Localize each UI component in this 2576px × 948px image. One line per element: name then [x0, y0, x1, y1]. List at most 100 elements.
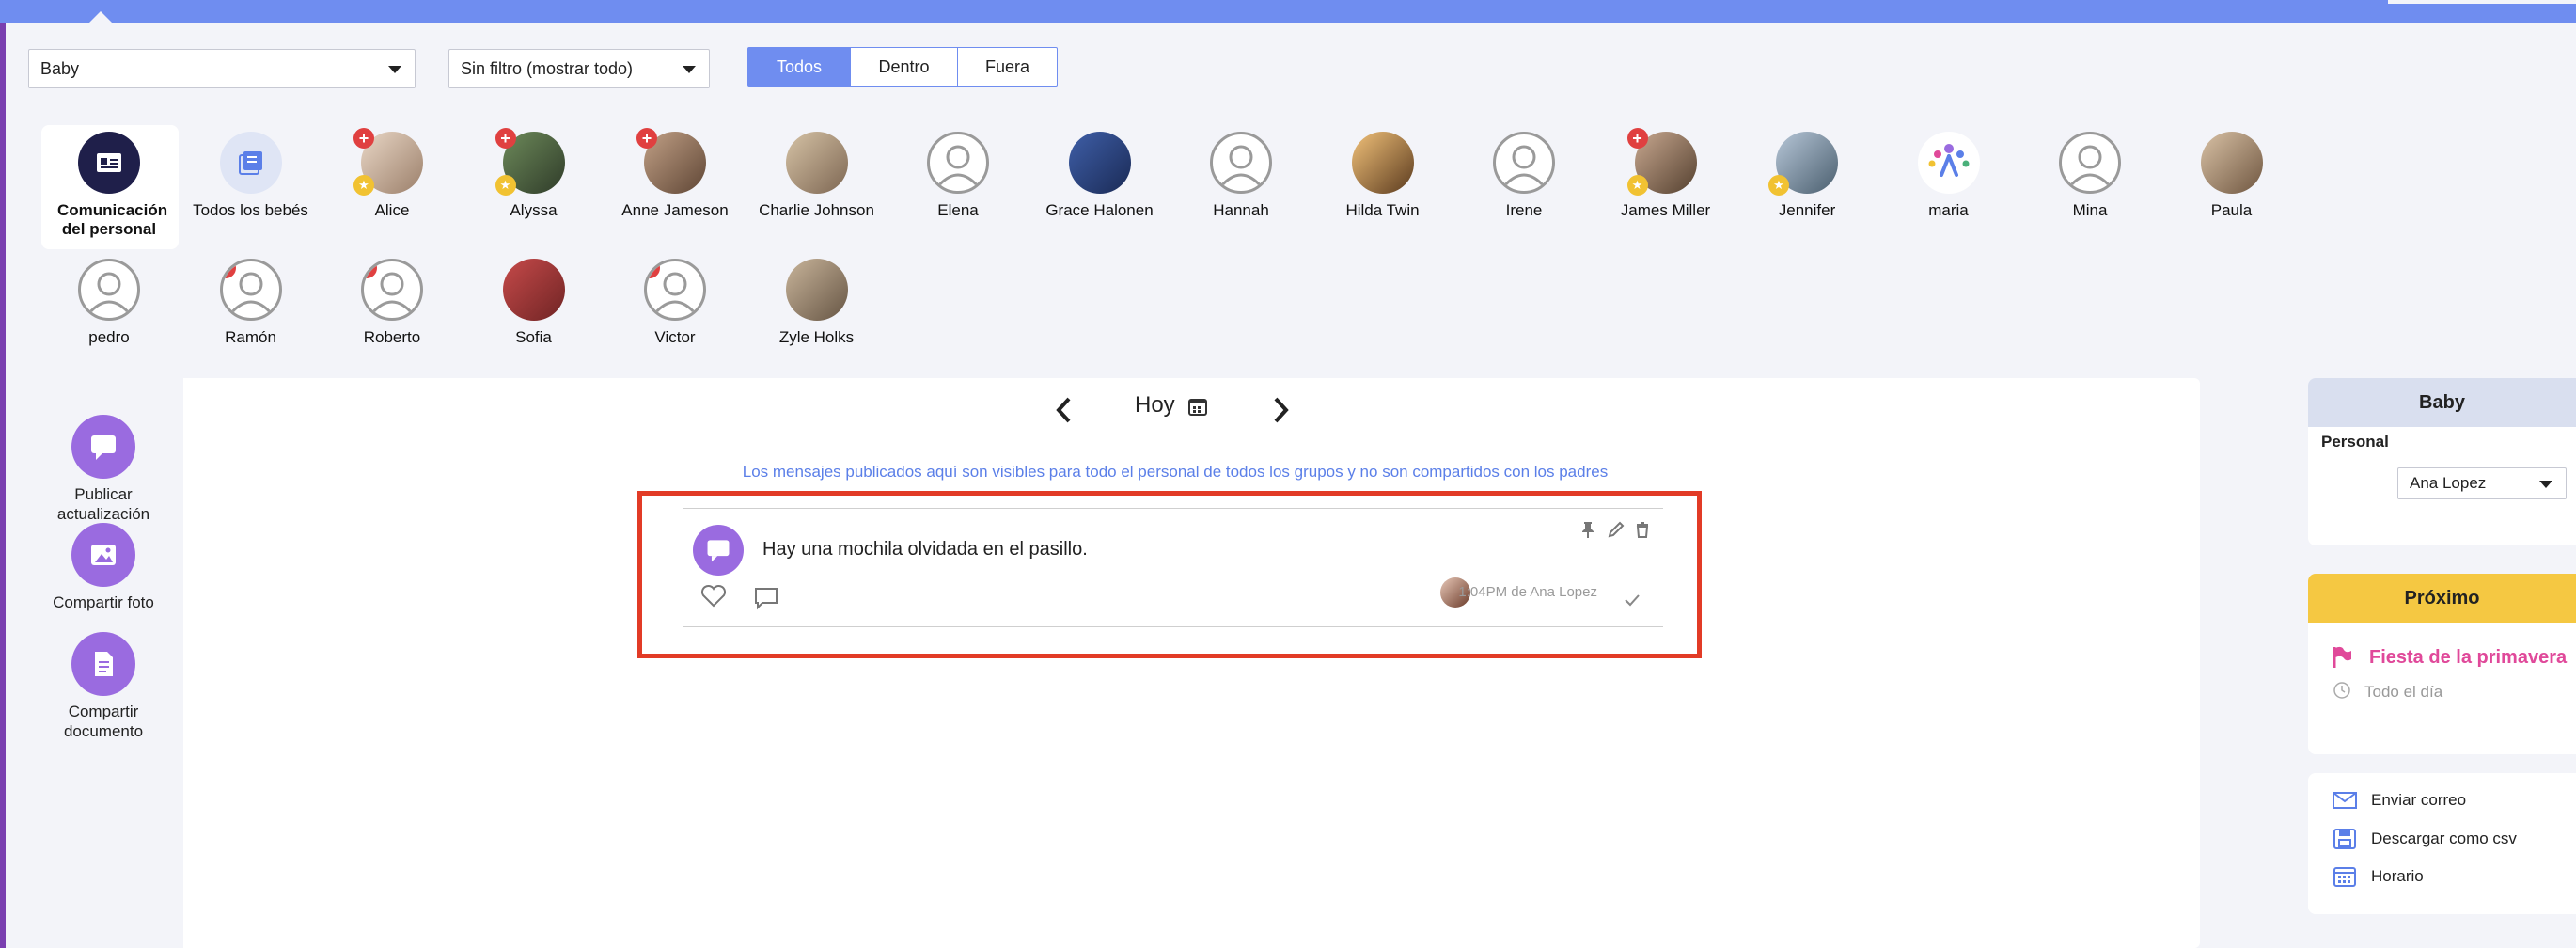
- post-text: Hay una mochila olvidada en el pasillo.: [762, 539, 1088, 560]
- inout-segment: Todos Dentro Fuera: [747, 47, 1058, 87]
- heart-icon[interactable]: [700, 584, 727, 608]
- child-photo: ★: [1768, 132, 1838, 196]
- child-mina[interactable]: Mina: [2019, 132, 2160, 220]
- child-anne-jameson[interactable]: + Anne Jameson: [605, 128, 746, 220]
- chevron-right-icon[interactable]: [1271, 396, 1290, 424]
- child-alyssa[interactable]: + ★ Alyssa: [463, 128, 605, 220]
- pin-icon[interactable]: [1579, 520, 1597, 539]
- person-placeholder-icon: [1493, 132, 1555, 194]
- person-placeholder-icon: [78, 259, 140, 321]
- person-placeholder-icon: +: [219, 259, 282, 321]
- date-label: Hoy: [1135, 392, 1175, 418]
- child-roberto[interactable]: + Roberto: [322, 259, 463, 347]
- child-name: Comunicación del personal: [57, 201, 168, 238]
- child-name: Irene: [1505, 201, 1543, 219]
- segment-fuera[interactable]: Fuera: [958, 47, 1058, 87]
- child-charlie-johnson[interactable]: Charlie Johnson: [746, 132, 887, 220]
- upcoming-title: Próximo: [2308, 574, 2576, 623]
- person-placeholder-icon: [2059, 132, 2121, 194]
- group-card-title: Baby: [2308, 378, 2576, 427]
- star-badge-icon: ★: [353, 175, 374, 196]
- calendar-icon[interactable]: [1187, 396, 1208, 417]
- child-hilda-twin[interactable]: Hilda Twin: [1312, 132, 1453, 220]
- person-placeholder-icon: [927, 132, 989, 194]
- segment-todos[interactable]: Todos: [747, 47, 851, 87]
- child-name: Victor: [654, 328, 696, 346]
- child-name: Elena: [937, 201, 979, 219]
- staff-select[interactable]: Ana Lopez: [2397, 467, 2567, 499]
- left-edge: [0, 23, 6, 948]
- child-photo: +: [636, 128, 706, 194]
- child-paula[interactable]: Paula: [2161, 132, 2302, 220]
- plus-badge-icon: +: [353, 128, 374, 149]
- staff-card-icon: [78, 132, 140, 194]
- plus-badge-icon: +: [1626, 128, 1648, 149]
- star-badge-icon: ★: [1626, 175, 1648, 196]
- send-email-label: Enviar correo: [2371, 791, 2467, 809]
- child-grace-halonen[interactable]: Grace Halonen: [1029, 132, 1170, 220]
- star-badge-icon: ★: [495, 175, 516, 196]
- share-document-action[interactable]: Compartir documento: [28, 632, 179, 741]
- child-alice[interactable]: + ★ Alice: [322, 128, 463, 220]
- trash-icon[interactable]: [1633, 520, 1652, 539]
- segment-dentro[interactable]: Dentro: [851, 47, 958, 87]
- person-placeholder-icon: [1210, 132, 1272, 194]
- check-icon: [1625, 594, 1640, 607]
- child-photo: + ★: [1626, 128, 1697, 196]
- child-name: Mina: [2072, 201, 2108, 219]
- child-zyle-holks[interactable]: Zyle Holks: [746, 259, 887, 347]
- schedule-link[interactable]: Horario: [2332, 865, 2424, 888]
- child-name: James Miller: [1620, 201, 1711, 219]
- child-name: Zyle Holks: [778, 328, 855, 346]
- calendar-grid-icon: [2333, 867, 2356, 887]
- share-photo-action[interactable]: Compartir foto: [28, 523, 179, 612]
- chevron-down-icon: [2539, 481, 2552, 488]
- child-jennifer[interactable]: ★ Jennifer: [1736, 132, 1877, 220]
- child-irene[interactable]: Irene: [1453, 132, 1594, 220]
- event-title[interactable]: Fiesta de la primavera: [2369, 647, 2567, 669]
- child-maria[interactable]: maria: [1878, 132, 2019, 220]
- child-photo: [785, 132, 848, 194]
- group-card: Baby Personal Ana Lopez: [2308, 378, 2576, 545]
- top-bar-corner: [2388, 0, 2576, 4]
- child-photo: [1351, 132, 1414, 194]
- child-name: Jennifer: [1778, 201, 1836, 219]
- active-tab-notch: [89, 11, 112, 23]
- child-name: Todos los bebés: [193, 201, 308, 219]
- child-photo: [785, 259, 848, 321]
- event-time: Todo el día: [2364, 683, 2443, 701]
- child-elena[interactable]: Elena: [887, 132, 1029, 220]
- child-todos-los-bebés[interactable]: Todos los bebés: [181, 132, 322, 220]
- child-sofia[interactable]: Sofia: [463, 259, 605, 347]
- staff-select-value: Ana Lopez: [2410, 474, 2487, 492]
- send-email-link[interactable]: Enviar correo: [2332, 790, 2466, 811]
- publish-update-action[interactable]: Publicar actualización: [28, 415, 179, 524]
- download-csv-link[interactable]: Descargar como csv: [2332, 828, 2517, 850]
- upcoming-card: Próximo Fiesta de la primavera Todo el d…: [2308, 574, 2576, 754]
- post-card: Hay una mochila olvidada en el pasillo. …: [683, 508, 1663, 627]
- mail-icon: [2333, 792, 2357, 809]
- child-hannah[interactable]: Hannah: [1170, 132, 1312, 220]
- filter-select[interactable]: Sin filtro (mostrar todo): [448, 49, 710, 88]
- document-icon: [71, 632, 135, 696]
- child-photo: + ★: [353, 128, 423, 196]
- person-placeholder-icon: +: [644, 259, 706, 321]
- child-photo: [2200, 132, 2263, 194]
- child-victor[interactable]: + Victor: [605, 259, 746, 347]
- chat-bubble-icon: [693, 525, 744, 576]
- person-placeholder-icon: +: [361, 259, 423, 321]
- comment-icon[interactable]: [753, 586, 779, 610]
- child-james-miller[interactable]: + ★ James Miller: [1595, 128, 1736, 220]
- chevron-down-icon: [683, 66, 696, 73]
- child-comunicación-del-personal[interactable]: Comunicación del personal: [39, 132, 180, 239]
- group-select[interactable]: Baby: [28, 49, 416, 88]
- share-document-label: Compartir documento: [63, 703, 144, 740]
- child-photo: [502, 259, 565, 321]
- child-ramón[interactable]: + Ramón: [181, 259, 322, 347]
- edit-icon[interactable]: [1607, 520, 1626, 539]
- share-photo-label: Compartir foto: [53, 593, 154, 611]
- chevron-down-icon: [388, 66, 401, 73]
- chevron-left-icon[interactable]: [1055, 396, 1074, 424]
- child-pedro[interactable]: pedro: [39, 259, 180, 347]
- child-name: Grace Halonen: [1045, 201, 1154, 219]
